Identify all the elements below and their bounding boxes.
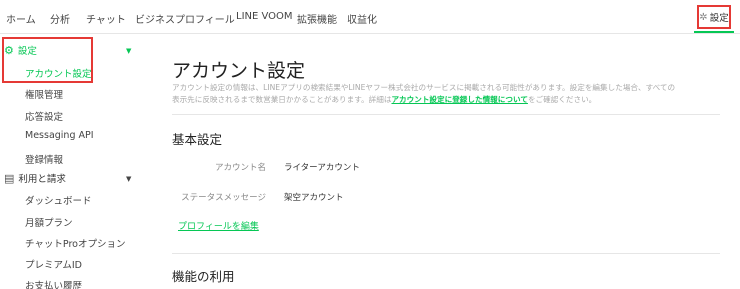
status-message-value: 架空アカウント: [284, 193, 344, 203]
sidebar-item-dashboard[interactable]: ダッシュボード: [25, 193, 92, 207]
gear-icon: ⚙: [4, 43, 14, 57]
features-title: 機能の利用: [172, 269, 235, 284]
settings-button[interactable]: ✲ 設定: [697, 5, 731, 29]
sidebar-item-chat-pro[interactable]: チャットProオプション: [25, 236, 125, 250]
sidebar-section-settings[interactable]: ⚙ 設定: [4, 43, 37, 58]
page-title: アカウント設定: [172, 60, 306, 82]
sidebar-item-permissions[interactable]: 権限管理: [25, 87, 63, 101]
nav-home[interactable]: ホーム: [6, 11, 36, 26]
edit-profile-link[interactable]: プロフィールを編集: [178, 219, 259, 232]
sidebar-item-payment-history[interactable]: お支払い履歴: [25, 278, 82, 289]
sidebar-item-premium-id[interactable]: プレミアムID: [25, 257, 82, 271]
nav-extensions[interactable]: 拡張機能: [297, 11, 337, 26]
nav-chat[interactable]: チャット: [86, 11, 126, 26]
nav-analytics[interactable]: 分析: [50, 11, 70, 26]
nav-line-voom[interactable]: LINE VOOM: [236, 11, 293, 22]
top-navigation: ホーム 分析 チャット ビジネスプロフィール LINE VOOM 拡張機能 収益…: [0, 0, 740, 34]
account-name-label: アカウント名: [214, 163, 266, 173]
sidebar-section-billing[interactable]: ▤ 利用と請求: [4, 171, 66, 186]
page-description: アカウント設定の情報は、LINEアプリの検索結果やLINEヤフー株式会社のサービ…: [172, 82, 722, 106]
sidebar: ⚙ 設定 ▼ アカウント設定 権限管理 応答設定 Messaging API 登…: [0, 34, 150, 289]
sidebar-item-monthly-plan[interactable]: 月額プラン: [25, 215, 73, 229]
sidebar-item-response-settings[interactable]: 応答設定: [25, 109, 63, 123]
status-message-label: ステータスメッセージ: [181, 193, 266, 203]
divider: [172, 253, 720, 254]
sidebar-item-registration-info[interactable]: 登録情報: [25, 152, 63, 166]
sidebar-item-messaging-api[interactable]: Messaging API: [25, 130, 94, 141]
caret-down-icon[interactable]: ▼: [126, 175, 131, 183]
receipt-icon: ▤: [4, 171, 15, 185]
caret-down-icon[interactable]: ▼: [126, 47, 131, 55]
settings-label: 設定: [709, 13, 729, 24]
nav-business-profile[interactable]: ビジネスプロフィール: [135, 11, 235, 26]
sidebar-item-account-settings[interactable]: アカウント設定: [25, 66, 92, 80]
gear-icon: ✲: [699, 11, 708, 23]
description-text: アカウント設定の情報は、LINEアプリの検索結果やLINEヤフー株式会社のサービ…: [172, 83, 676, 92]
account-info-link[interactable]: アカウント設定に登録した情報について: [391, 95, 527, 104]
description-text: をご確認ください。: [527, 95, 597, 104]
sidebar-section-label: 設定: [17, 46, 37, 57]
active-tab-indicator: [694, 31, 734, 33]
description-text: 表示先に反映されるまで数営業日かかることがあります。詳細は: [172, 95, 392, 104]
account-name-value: ライターアカウント: [284, 163, 360, 173]
basic-settings-title: 基本設定: [172, 132, 223, 147]
sidebar-section-label: 利用と請求: [18, 174, 66, 185]
nav-monetization[interactable]: 収益化: [347, 11, 377, 26]
divider: [172, 114, 720, 115]
